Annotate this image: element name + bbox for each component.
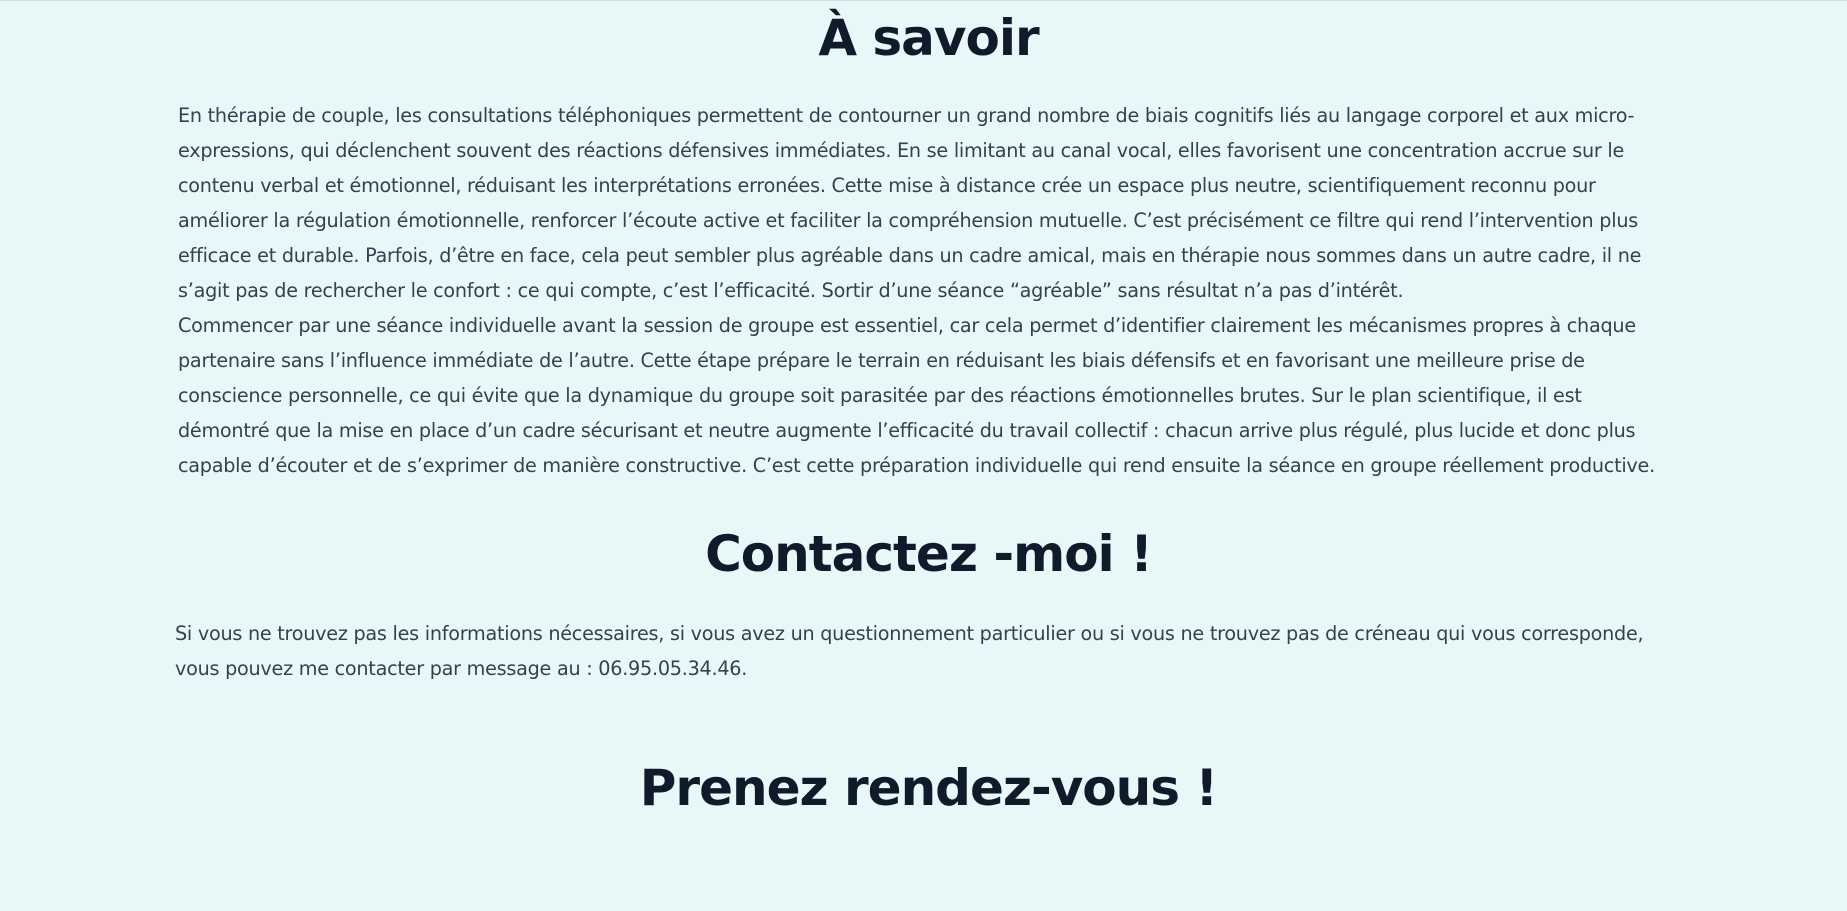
a-savoir-text: En thérapie de couple, les consultations… — [178, 98, 1678, 483]
a-savoir-paragraph-2: Commencer par une séance individuelle av… — [178, 314, 1655, 477]
a-savoir-paragraph-1: En thérapie de couple, les consultations… — [178, 104, 1642, 302]
section-title-a-savoir: À savoir — [818, 9, 1039, 67]
contact-text: Si vous ne trouvez pas les informations … — [175, 616, 1675, 686]
contact-paragraph: Si vous ne trouvez pas les informations … — [175, 622, 1644, 680]
section-title-appointment: Prenez rendez-vous ! — [639, 759, 1218, 817]
section-title-contact: Contactez -moi ! — [705, 525, 1153, 583]
page-content: À savoir En thérapie de couple, les cons… — [0, 1, 1847, 911]
